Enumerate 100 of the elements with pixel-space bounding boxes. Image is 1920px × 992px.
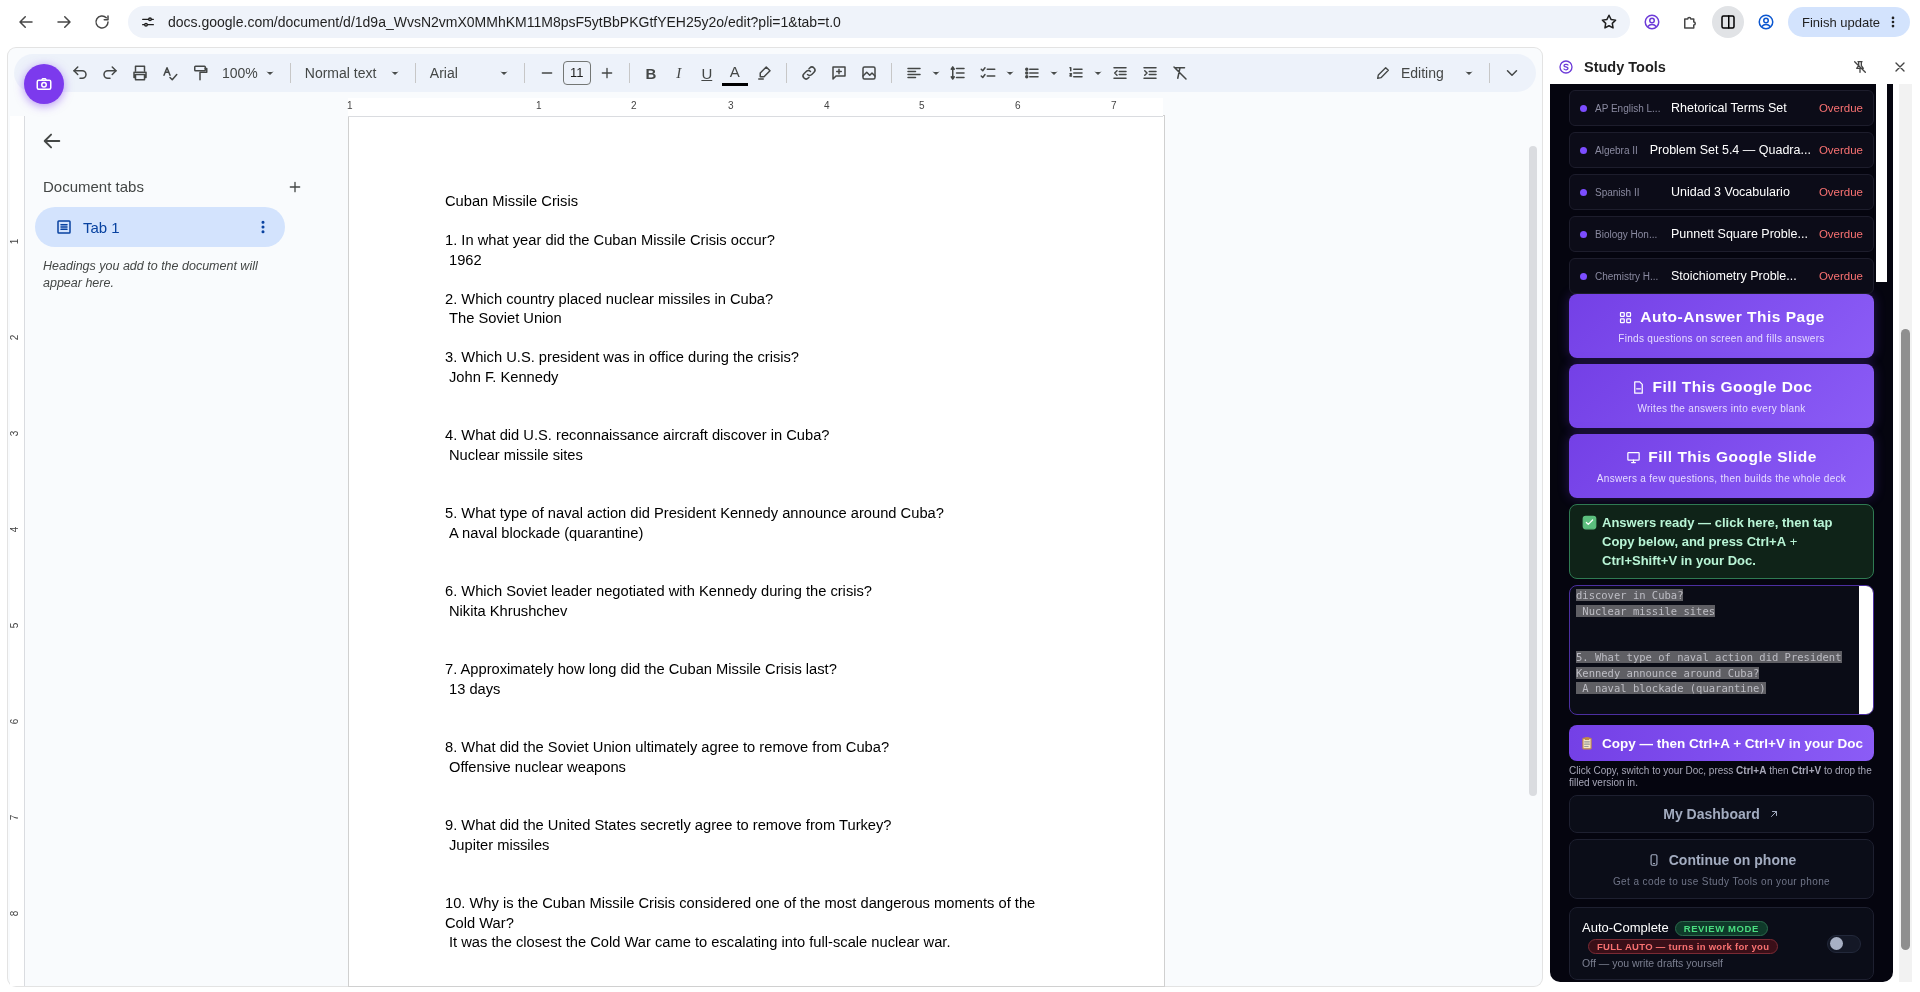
paint-format-icon[interactable]	[191, 64, 209, 82]
panel-scrollbar[interactable]	[1899, 84, 1912, 982]
auto-complete-label: Auto-Complete	[1582, 920, 1669, 935]
auto-complete-toggle[interactable]	[1827, 934, 1861, 953]
status-dot-icon	[1580, 230, 1587, 238]
link-icon[interactable]	[799, 64, 818, 82]
ruler-number: 6	[9, 718, 21, 725]
ruler-number: 1	[536, 100, 542, 111]
spellcheck-icon[interactable]	[161, 64, 179, 82]
document-icon	[55, 218, 73, 236]
editing-mode-dropdown[interactable]: Editing	[1369, 59, 1481, 87]
ruler-number: 5	[9, 622, 21, 629]
answer-text: The Soviet Union	[448, 309, 563, 328]
increase-indent-icon[interactable]	[1140, 64, 1159, 82]
text-color-button[interactable]: A	[721, 60, 748, 86]
style-dropdown[interactable]: Normal text	[298, 59, 407, 87]
grid-icon	[1618, 309, 1634, 325]
zoom-dropdown[interactable]: 100%	[216, 59, 282, 87]
document-tab[interactable]: Tab 1	[35, 207, 285, 247]
action-button[interactable]: Fill This Google Doc Writes the answers into every blank	[1569, 364, 1874, 428]
full-auto-badge: FULL AUTO — turns in work for you	[1588, 939, 1779, 954]
underline-button[interactable]: U	[693, 59, 720, 87]
ruler-number: 6	[1015, 100, 1021, 111]
copy-button[interactable]: Copy — then Ctrl+A + Ctrl+V in your Doc	[1569, 725, 1874, 761]
assignment-item[interactable]: AP English L... Rhetorical Terms Set Overdue	[1569, 90, 1874, 126]
continue-on-phone-button[interactable]: Continue on phone Get a code to use Study Tools on your phone	[1569, 839, 1874, 899]
add-comment-icon[interactable]	[829, 64, 848, 82]
assignment-item[interactable]: Spanish II Unidad 3 Vocabulario Overdue	[1569, 174, 1874, 210]
image-icon[interactable]	[859, 64, 878, 82]
answer-text: A naval blockade (quarantine)	[448, 523, 645, 543]
extension-logo-icon[interactable]	[1642, 13, 1661, 31]
back-icon[interactable]	[17, 13, 35, 31]
assignment-item[interactable]: Chemistry H... Stoichiometry Proble... Overdue	[1569, 258, 1874, 294]
url-text: docs.google.com/document/d/1d9a_WvsN2vmX0MMhKM11M8psF5ytBbPKGtfYEH25y2o/edit?pli=1&tab=t.0	[168, 14, 841, 30]
ruler-number: 5	[919, 100, 925, 111]
italic-button[interactable]: I	[665, 59, 692, 87]
decrease-indent-icon[interactable]	[1110, 64, 1129, 82]
assignment-title: Punnett Square Proble...	[1671, 227, 1809, 241]
line-spacing-icon[interactable]	[948, 64, 967, 82]
checkbox-icon	[1582, 515, 1597, 530]
unpin-icon[interactable]	[1852, 59, 1868, 75]
clipboard-icon	[1580, 736, 1595, 750]
redo-icon[interactable]	[101, 64, 119, 82]
action-button[interactable]: Auto-Answer This Page Finds questions on screen and fills answers	[1569, 294, 1874, 358]
answer-text: Nuclear missile sites	[448, 445, 584, 465]
answer-text: Nikita Khrushchev	[448, 601, 569, 621]
subject-label: Spanish II	[1595, 186, 1641, 198]
subject-label: Chemistry H...	[1595, 270, 1660, 282]
bold-button[interactable]: B	[637, 59, 664, 87]
question-text: 4. What did U.S. reconnaissance aircraft discover in Cuba?	[445, 426, 831, 445]
finish-update-button[interactable]: Finish update	[1787, 7, 1910, 37]
side-panel-icon[interactable]	[1718, 13, 1737, 31]
ruler-number: 7	[1111, 100, 1117, 111]
document-tabs-heading: Document tabs	[43, 178, 144, 195]
font-dropdown[interactable]: Arial	[423, 59, 516, 87]
assignment-title: Unidad 3 Vocabulario	[1671, 185, 1791, 199]
question-text: 2. Which country placed nuclear missiles in Cuba?	[445, 289, 775, 309]
auto-complete-caption: Off — you write drafts yourself	[1582, 957, 1725, 969]
reload-icon[interactable]	[93, 13, 111, 31]
subject-label: AP English L...	[1595, 102, 1662, 114]
undo-icon[interactable]	[71, 64, 89, 82]
subject-label: Algebra II	[1595, 144, 1639, 156]
clear-formatting-icon[interactable]	[1170, 64, 1189, 82]
extension-launcher-button[interactable]	[24, 64, 64, 104]
print-icon[interactable]	[131, 64, 149, 82]
forward-icon[interactable]	[55, 13, 73, 31]
address-bar[interactable]: docs.google.com/document/d/1d9a_WvsN2vmX0MMhKM11M8psF5ytBbPKGtfYEH25y2o/edit?pli=1&tab=t.0	[128, 6, 1630, 38]
font-size-field[interactable]: 11	[562, 61, 591, 85]
list-scrollbar[interactable]	[1876, 84, 1887, 282]
assignment-item[interactable]: Algebra II Problem Set 5.4 — Quadra... Overdue	[1569, 132, 1874, 168]
ruler-number: 7	[9, 814, 21, 821]
answers-ready-notice[interactable]: Answers ready — click here, then tap Copy below, and press Ctrl+A + Ctrl+Shift+V in your Doc.	[1569, 504, 1874, 579]
answer-text-field[interactable]: discover in Cuba? Nuclear missile sites 5. What type of naval action did President Kennedy announce around Cuba? A naval blockade (quarantine)	[1569, 585, 1874, 715]
status-dot-icon	[1580, 146, 1587, 154]
copy-instructions: Click Copy, switch to your Doc, press Ctrl+A then Ctrl+V to drop the filled version in.	[1569, 765, 1873, 789]
ruler-number: 2	[631, 100, 637, 111]
ruler-number: 8	[9, 910, 21, 917]
panel-title: Study Tools	[1584, 59, 1667, 75]
question-text: 3. Which U.S. president was in office during the crisis?	[445, 348, 801, 367]
subject-label: Biology Hon...	[1595, 228, 1659, 240]
monitor-icon	[1626, 449, 1642, 465]
action-button[interactable]: Fill This Google Slide Answers a few questions, then builds the whole deck	[1569, 434, 1874, 498]
status-dot-icon	[1580, 104, 1587, 112]
notice-text: Answers ready — click here, then tap Copy below, and press Ctrl+A + Ctrl+Shift+V in your Doc.	[1602, 514, 1834, 570]
answer-text: John F. Kennedy	[448, 367, 560, 387]
ruler-number: 3	[9, 430, 21, 437]
answer-text: Offensive nuclear weapons	[448, 757, 627, 777]
status-label: Overdue	[1818, 186, 1863, 198]
assignment-item[interactable]: Biology Hon... Punnett Square Proble... Overdue	[1569, 216, 1874, 252]
ruler-number: 3	[728, 100, 734, 111]
bookmark-star-icon[interactable]	[1599, 13, 1618, 31]
outline-hint: Headings you add to the document will appear here.	[43, 258, 259, 292]
ruler-number: 2	[9, 334, 21, 341]
status-label: Overdue	[1818, 102, 1863, 114]
scrollbar-thumb[interactable]	[1529, 146, 1537, 796]
profile-icon[interactable]	[1756, 13, 1775, 31]
status-label: Overdue	[1818, 228, 1863, 240]
dashboard-button[interactable]: My Dashboard	[1569, 795, 1874, 833]
status-label: Overdue	[1818, 270, 1863, 282]
answer-text: 13 days	[448, 679, 502, 699]
